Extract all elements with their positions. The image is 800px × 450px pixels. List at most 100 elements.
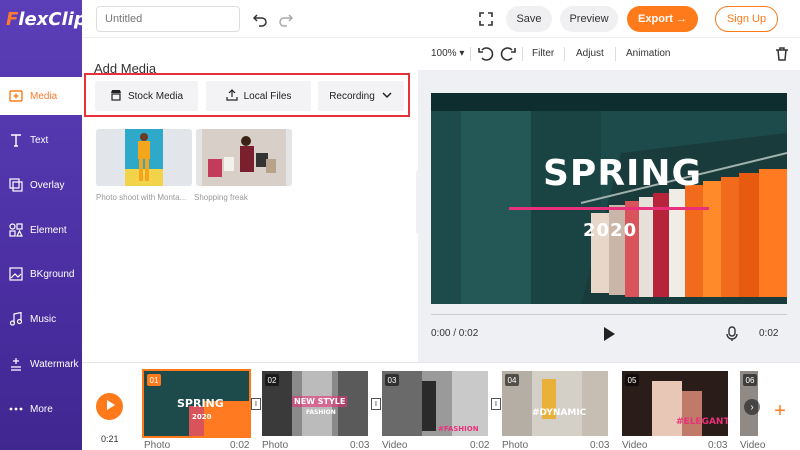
undo-icon[interactable] (250, 9, 270, 29)
recording-label: Recording (329, 90, 375, 102)
export-button[interactable]: Export → (627, 6, 698, 32)
timeline: 0:21 01 SPRING 2020 I Photo 0:02 02 NEW … (82, 362, 800, 450)
sidebar-item-label: More (30, 403, 53, 415)
sidebar-item-label: Element (30, 224, 67, 236)
play-icon[interactable] (599, 324, 619, 344)
preview-button[interactable]: Preview (560, 6, 618, 32)
media-thumbnail[interactable] (96, 129, 192, 186)
text-icon (9, 133, 23, 147)
zoom-select[interactable]: 100% ▾ (431, 48, 464, 59)
sidebar-item-more[interactable]: More (0, 390, 82, 428)
sign-up-button[interactable]: Sign Up (715, 6, 778, 32)
chevron-down-icon: ▾ (459, 48, 465, 59)
scroll-right-button[interactable]: › (744, 399, 760, 415)
timeline-clip[interactable]: 03 #FASHION (382, 371, 488, 436)
background-icon (9, 267, 23, 281)
sidebar-item-text[interactable]: Text (0, 121, 82, 159)
divider (564, 47, 565, 61)
overlay-icon (9, 178, 23, 192)
clip-type: Photo (262, 440, 289, 450)
animation-button[interactable]: Animation (626, 48, 670, 59)
editor-area: 100% ▾ Filter Adjust Animation SPRING 20… (418, 38, 800, 362)
clip-type: Video (382, 440, 408, 450)
music-icon (9, 312, 23, 326)
local-files-tab[interactable]: Local Files (206, 81, 311, 111)
store-icon (110, 89, 122, 104)
add-clip-button[interactable]: + (772, 400, 788, 422)
project-title-input[interactable] (96, 6, 240, 32)
clip-subtitle: FASHION (306, 409, 336, 416)
sidebar-item-label: BKground (30, 268, 75, 280)
filter-button[interactable]: Filter (532, 48, 554, 59)
clip-number: 02 (265, 374, 279, 386)
clip-type: Photo (502, 440, 529, 450)
clip-type: Photo (144, 440, 171, 450)
edit-toolbar: 100% ▾ Filter Adjust Animation (418, 38, 800, 70)
sidebar-item-background[interactable]: BKground (0, 255, 82, 293)
divider (522, 47, 523, 61)
clip-duration: 0:02 (230, 440, 250, 450)
chevron-down-icon (381, 89, 393, 104)
preview-underline (509, 207, 709, 210)
timeline-clip[interactable]: 01 SPRING 2020 (142, 369, 251, 438)
rotate-right-icon[interactable] (498, 44, 518, 64)
clip-duration: 0:03 (708, 440, 728, 450)
timeline-clip[interactable]: 05 #ELEGANT (622, 371, 728, 436)
zoom-value: 100% (431, 48, 457, 59)
watermark-icon (9, 357, 23, 371)
trash-icon[interactable] (772, 44, 792, 64)
sidebar-item-label: Watermark (30, 358, 79, 370)
sidebar-item-label: Media (30, 90, 58, 102)
rotate-left-icon[interactable] (476, 44, 496, 64)
sidebar-item-element[interactable]: Element (0, 211, 82, 249)
stock-media-tab[interactable]: Stock Media (95, 81, 198, 111)
divider (470, 47, 471, 61)
clip-title: SPRING (177, 397, 224, 410)
clip-type: Video (622, 440, 648, 450)
transition-icon[interactable]: I (371, 398, 381, 410)
plus-icon: + (774, 399, 786, 422)
playback-progress-bar[interactable] (431, 314, 787, 315)
clip-duration: 0:02 (470, 440, 490, 450)
top-bar: Save Preview Export → Sign Up (82, 0, 800, 38)
clip-duration: 0:03 (350, 440, 370, 450)
clip-title: #DYNAMIC (532, 408, 587, 418)
play-icon (104, 398, 116, 416)
time-current: 0:00 / 0:02 (431, 328, 479, 339)
timeline-clip[interactable]: 04 #DYNAMIC (502, 371, 608, 436)
clip-number: 06 (743, 374, 757, 386)
clip-title: NEW STYLE (292, 396, 348, 407)
sidebar-item-media[interactable]: Media (0, 77, 82, 115)
clip-number: 04 (505, 374, 519, 386)
media-thumbnail[interactable] (196, 129, 292, 186)
microphone-icon[interactable] (722, 324, 742, 344)
recording-tab[interactable]: Recording (318, 81, 404, 111)
transition-icon[interactable]: I (491, 398, 501, 410)
total-duration: 0:21 (101, 434, 119, 444)
sidebar-item-watermark[interactable]: Watermark (0, 345, 82, 383)
fullscreen-icon[interactable] (476, 9, 496, 29)
timeline-play-button[interactable] (96, 393, 123, 420)
clip-subtitle: 2020 (192, 413, 212, 421)
save-button[interactable]: Save (506, 6, 552, 32)
timeline-clip[interactable]: 02 NEW STYLE FASHION (262, 371, 368, 436)
sidebar: FlexClip Media Text Overlay Element BKgr… (0, 0, 87, 450)
preview-title: SPRING (543, 153, 703, 194)
redo-icon[interactable] (276, 9, 296, 29)
local-files-label: Local Files (243, 90, 292, 102)
media-icon (9, 89, 23, 103)
clip-number: 01 (147, 374, 161, 386)
preview-year: 2020 (583, 220, 638, 241)
divider (615, 47, 616, 61)
media-label: Shopping freak (194, 193, 248, 202)
more-icon (9, 402, 23, 416)
app-logo[interactable]: FlexClip (6, 9, 87, 35)
media-panel: Add Media Stock Media Local Files Record… (82, 38, 418, 362)
sidebar-item-overlay[interactable]: Overlay (0, 166, 82, 204)
video-preview[interactable]: SPRING 2020 (431, 93, 787, 304)
sidebar-item-music[interactable]: Music (0, 300, 82, 338)
sidebar-item-label: Music (30, 313, 57, 325)
adjust-button[interactable]: Adjust (576, 48, 604, 59)
transition-icon[interactable]: I (251, 398, 261, 410)
chevron-right-icon: › (750, 401, 754, 413)
